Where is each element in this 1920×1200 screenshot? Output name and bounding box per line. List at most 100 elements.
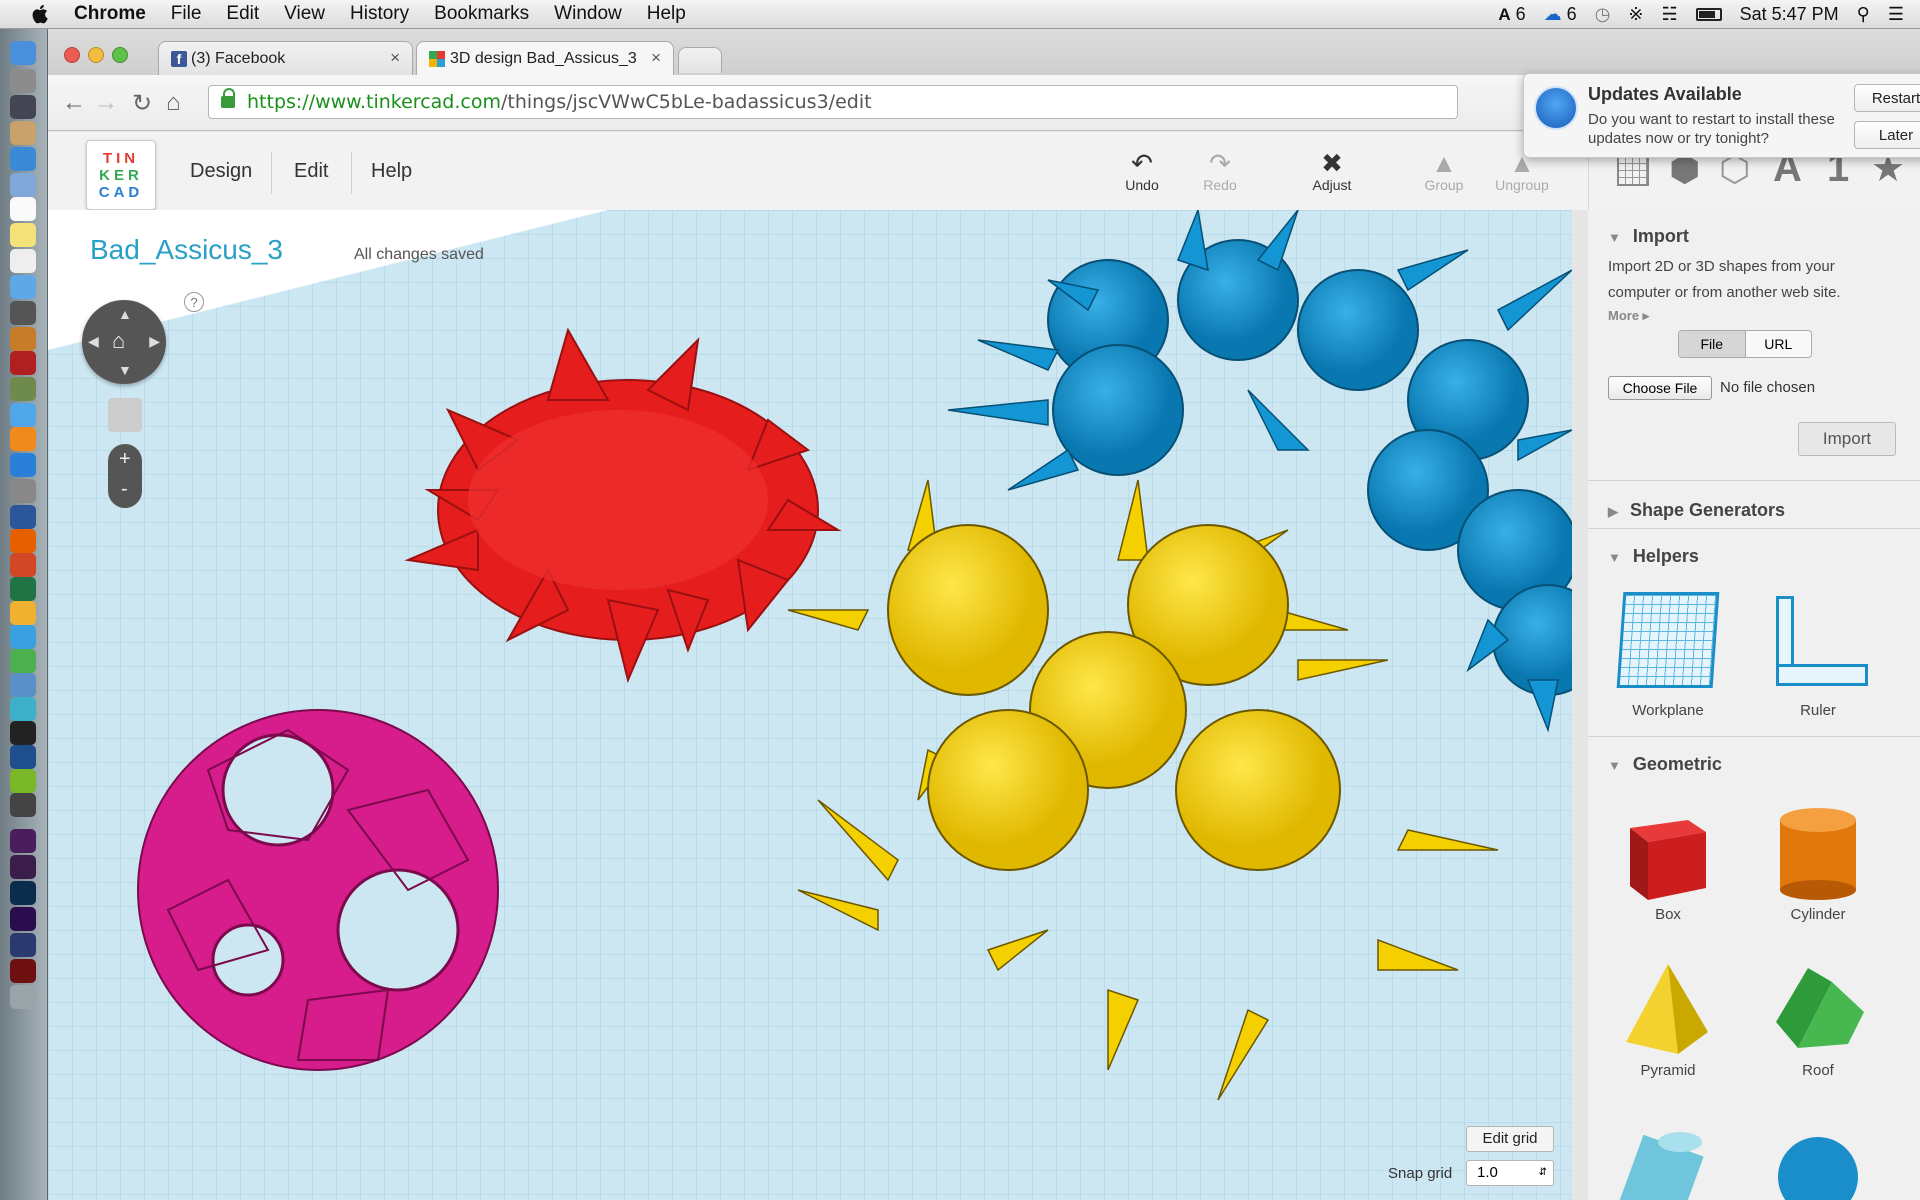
magenta-openwork-object[interactable] [137,709,499,1071]
safari-icon[interactable] [10,147,36,171]
contacts-icon[interactable] [10,121,36,145]
outlook-icon[interactable] [10,601,36,625]
mission-control-icon[interactable] [10,95,36,119]
group-button[interactable]: ▲ Group [1414,148,1474,194]
skype-icon[interactable] [10,625,36,649]
menu-file[interactable]: File [171,3,202,25]
roof-shape[interactable]: Roof [1768,962,1868,1092]
mm-icon[interactable] [10,793,36,817]
snap-grid-select[interactable]: 1.0 ⇵ [1466,1160,1554,1186]
finder-icon[interactable] [10,41,36,65]
firefox-icon[interactable] [10,529,36,553]
orbit-up-icon[interactable]: ▲ [118,306,132,322]
import-button[interactable]: Import [1798,422,1896,456]
ortho-toggle-button[interactable] [108,398,142,432]
back-icon[interactable]: ← [62,89,86,117]
workplane-viewport[interactable]: Bad_Assicus_3 All changes saved ▲ ▼ ◀ ▶ … [48,210,1572,1200]
itunes-icon[interactable] [10,403,36,427]
battery-icon[interactable] [1695,8,1722,21]
zoom-in-button[interactable]: + [119,448,131,471]
minimize-window-button[interactable] [88,47,104,63]
more-link[interactable]: More ▸ [1608,308,1649,324]
reminders-icon[interactable] [10,249,36,273]
import-section-header[interactable]: ▼ Import [1608,226,1689,247]
apple-icon[interactable] [26,3,56,25]
trash-icon[interactable] [10,985,36,1009]
menu-help[interactable]: Help [647,3,686,25]
menu-edit[interactable]: Edit [226,3,259,25]
indesign-icon[interactable] [10,855,36,879]
ruler-helper[interactable]: Ruler [1768,590,1868,720]
adobe-status[interactable]: A 6 [1498,4,1525,25]
tab-tinkercad[interactable]: 3D design Bad_Assicus_3 × [416,41,674,75]
tab-facebook[interactable]: f (3) Facebook × [158,41,413,75]
close-tab-icon[interactable]: × [651,48,661,68]
workplane-scene[interactable] [48,210,1572,1200]
adjust-button[interactable]: ✖ Adjust [1302,148,1362,194]
cylinder-shape[interactable]: Cylinder [1768,800,1868,930]
flash-icon[interactable] [10,959,36,983]
later-button[interactable]: Later [1854,121,1920,149]
utorrent-icon[interactable] [10,769,36,793]
grid-category-icon[interactable] [1617,154,1649,186]
view-cube-controls[interactable]: ▲ ▼ ◀ ▶ ⌂ [82,300,166,384]
excel-icon[interactable] [10,577,36,601]
reload-icon[interactable]: ↻ [132,89,152,118]
app-store-icon[interactable] [10,453,36,477]
ibooks-icon[interactable] [10,427,36,451]
preview-icon[interactable] [10,673,36,697]
spotlight-icon[interactable]: ⚲ [1857,4,1870,25]
animate-icon[interactable] [10,933,36,957]
orbit-right-icon[interactable]: ▶ [149,333,160,350]
system-preferences-icon[interactable] [10,479,36,503]
geometric-header[interactable]: ▼ Geometric [1608,754,1722,775]
photoshop-icon[interactable] [10,745,36,769]
file-tab[interactable]: File [1679,331,1745,357]
design-name[interactable]: Bad_Assicus_3 [90,234,283,266]
wifi-icon[interactable]: ☵ [1661,4,1677,25]
address-bar[interactable]: https://www.tinkercad.com /things/jscVWw… [208,85,1458,119]
forward-icon[interactable]: → [94,89,118,117]
facetime-icon[interactable] [10,301,36,325]
zoom-window-button[interactable] [112,47,128,63]
menubar-clock[interactable]: Sat 5:47 PM [1740,4,1839,25]
edit-grid-button[interactable]: Edit grid [1466,1126,1554,1152]
nav-design[interactable]: Design [190,160,252,183]
orbit-down-icon[interactable]: ▼ [118,362,132,378]
photo-booth-icon[interactable] [10,351,36,375]
undo-button[interactable]: ↶ Undo [1112,148,1172,194]
powerpoint-icon[interactable] [10,553,36,577]
pyramid-shape[interactable]: Pyramid [1618,962,1718,1092]
notes-icon[interactable] [10,223,36,247]
redo-button[interactable]: ↷ Redo [1190,148,1250,194]
home-view-icon[interactable]: ⌂ [112,328,125,354]
close-window-button[interactable] [64,47,80,63]
tube-shape[interactable] [1618,1122,1718,1200]
bluetooth-icon[interactable]: ※ [1628,4,1643,25]
sphere-shape[interactable] [1768,1122,1868,1200]
tinkercad-logo[interactable]: TIN KER CAD [86,140,156,210]
creative-cloud-status[interactable]: ☁ 6 [1544,4,1577,25]
cinema-icon[interactable] [10,697,36,721]
shape-generators-header[interactable]: ▶ Shape Generators [1608,500,1785,521]
iphoto-icon[interactable] [10,377,36,401]
menu-window[interactable]: Window [554,3,622,25]
menu-app-chrome[interactable]: Chrome [74,3,146,25]
zoom-out-button[interactable]: - [121,478,128,501]
restart-button[interactable]: Restart [1854,84,1920,112]
calendar-icon[interactable] [10,197,36,221]
launchpad-icon[interactable] [10,69,36,93]
mail-icon[interactable] [10,173,36,197]
garageband-icon[interactable] [10,327,36,351]
messages-icon[interactable] [10,275,36,299]
url-tab[interactable]: URL [1744,331,1811,357]
orbit-left-icon[interactable]: ◀ [88,333,99,350]
help-button[interactable]: ? [184,292,204,312]
nav-help[interactable]: Help [371,160,412,183]
chrome-icon[interactable] [10,649,36,673]
box-shape[interactable]: Box [1618,800,1718,930]
premiere-icon[interactable] [10,907,36,931]
helpers-header[interactable]: ▼ Helpers [1608,546,1699,567]
choose-file-button[interactable]: Choose File [1608,376,1712,400]
close-tab-icon[interactable]: × [390,48,400,68]
